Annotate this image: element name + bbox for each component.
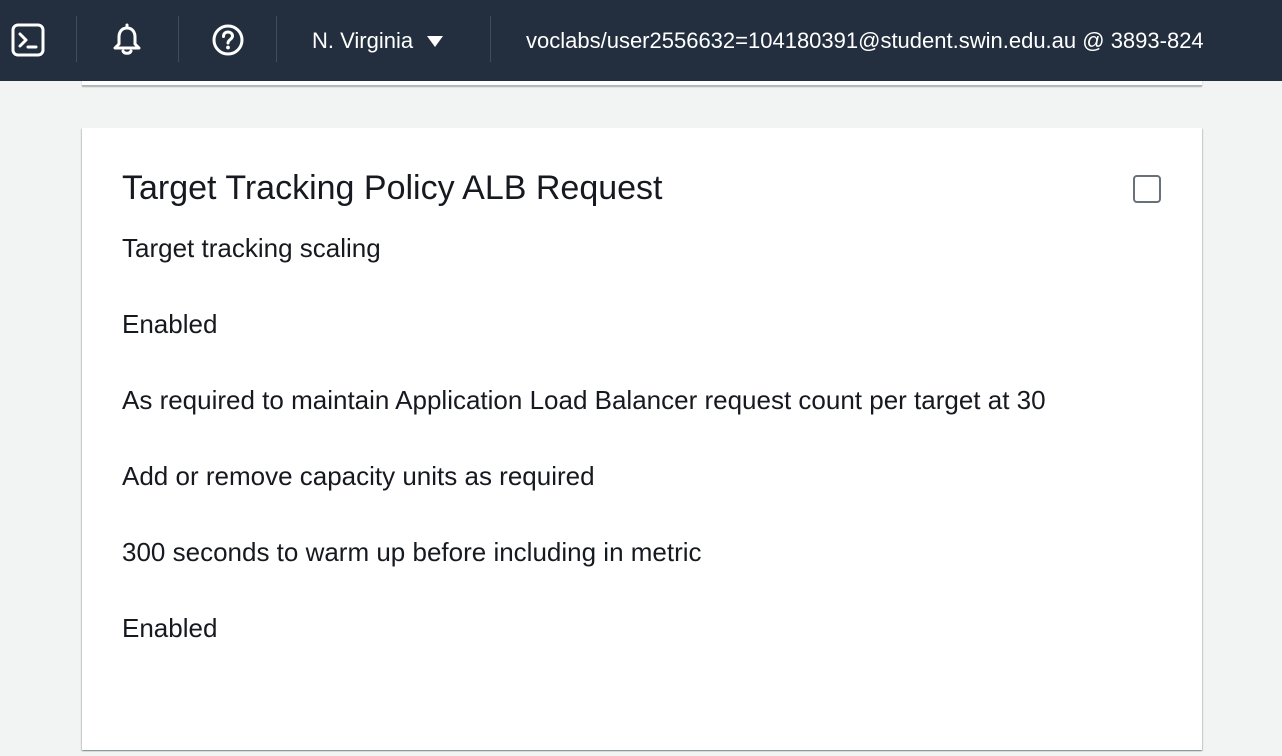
region-label: N. Virginia xyxy=(312,28,414,53)
policy-target-description: As required to maintain Application Load… xyxy=(122,385,1046,415)
topbar-divider xyxy=(76,16,77,62)
policy-warmup: 300 seconds to warm up before including … xyxy=(122,537,702,567)
policy-select-checkbox[interactable] xyxy=(1133,175,1161,203)
help-icon[interactable] xyxy=(208,20,248,60)
account-label: voclabs/user2556632=104180391@student.sw… xyxy=(526,28,1204,53)
top-navigation-bar: N. Virginia voclabs/user2556632=10418039… xyxy=(0,0,1282,81)
policy-type: Target tracking scaling xyxy=(122,233,381,263)
scaling-policy-card: Target Tracking Policy ALB Request Targe… xyxy=(82,128,1202,750)
caret-down-icon xyxy=(427,35,444,47)
topbar-divider xyxy=(276,16,277,62)
account-menu[interactable]: voclabs/user2556632=104180391@student.sw… xyxy=(526,24,1204,58)
policy-scale-in-status: Enabled xyxy=(122,613,218,643)
topbar-divider xyxy=(178,16,179,62)
bell-icon[interactable] xyxy=(107,20,147,60)
policy-status: Enabled xyxy=(122,309,218,339)
region-selector[interactable]: N. Virginia xyxy=(312,24,444,58)
cloudshell-icon[interactable] xyxy=(8,20,48,60)
policy-title: Target Tracking Policy ALB Request xyxy=(122,169,663,207)
policy-action: Add or remove capacity units as required xyxy=(122,461,595,491)
topbar-divider xyxy=(490,16,491,62)
